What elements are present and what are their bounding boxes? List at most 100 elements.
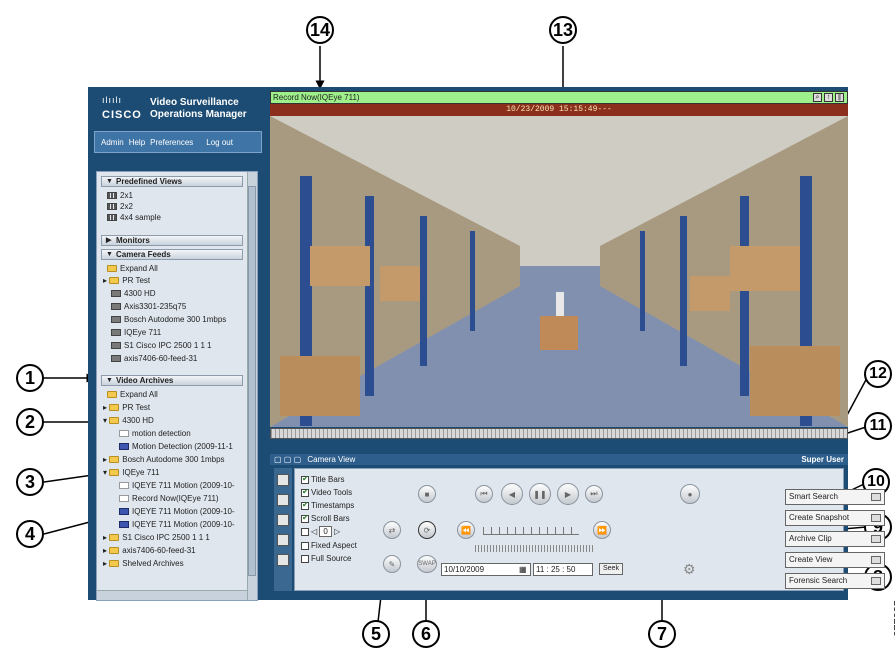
callout-13: 13 [549,16,577,44]
tree-item[interactable]: ▸ PR Test [103,403,150,412]
section-video-archives[interactable]: ▼ Video Archives [101,375,243,386]
seek-button[interactable]: Seek [599,563,623,575]
callout-14: 14 [306,16,334,44]
step-forward-icon[interactable]: ⏩ [593,521,611,539]
tree-item[interactable]: ▸ Shelved Archives [103,559,184,568]
section-monitors[interactable]: ▶ Monitors [101,235,243,246]
section-predefined-views[interactable]: ▼ Predefined Views [101,176,243,187]
skip-back-icon[interactable]: ⏮ [475,485,493,503]
archive-clip-button[interactable]: Archive Clip [785,531,885,547]
tree-item[interactable]: ▸ S1 Cisco IPC 2500 1 1 1 [103,533,210,542]
time-field[interactable]: 11 : 25 : 50 [533,563,593,576]
tree-item[interactable]: Motion Detection (2009-11-1 [119,442,233,451]
video-title-bar: Record Now(IQEye 711) ⌕ ↑ ∥ [270,91,848,104]
pen-icon[interactable]: ✎ [383,555,401,573]
tree-vertical-scrollbar[interactable] [247,172,257,600]
tree-horizontal-scrollbar[interactable] [97,590,247,600]
tree-item[interactable]: Record Now(IQEye 711) [119,494,219,503]
calendar-icon[interactable]: ▦ [519,565,527,574]
tree-item[interactable]: 2x2 [107,202,133,211]
tree-item[interactable]: Axis3301-235q75 [111,302,186,311]
tree-item[interactable]: ▸ Bosch Autodome 300 1mbps [103,455,225,464]
alert-icon[interactable] [277,514,289,526]
speed-slider[interactable] [475,545,593,552]
tree-item[interactable]: ▾ IQEye 711 [103,468,159,477]
callout-2: 2 [16,408,44,436]
checkbox[interactable] [301,487,309,497]
step-back-icon[interactable]: ⏪ [457,521,475,539]
sync-icon[interactable]: ⇄ [383,521,401,539]
skip-forward-icon[interactable]: ⏭ [585,485,603,503]
checkbox[interactable] [301,513,309,523]
smart-search-button[interactable]: Smart Search [785,489,885,505]
tree-item[interactable]: 2x1 [107,191,133,200]
camera-folder-icon [109,417,120,425]
tree-item[interactable]: 4x4 sample [107,213,161,222]
camera-icon [111,290,121,298]
camera-view-panel: Title Bars Video Tools Timestamps Scroll… [294,468,885,591]
checkbox[interactable] [301,554,309,563]
option-fixed-aspect[interactable]: Fixed Aspect [301,541,357,550]
record-icon[interactable]: ● [680,484,700,504]
play-reverse-icon[interactable]: ◀ [501,483,523,505]
counter-value[interactable]: 0 [319,526,332,537]
date-field[interactable]: 10/10/2009 [441,563,531,576]
checkbox[interactable] [301,500,309,510]
settings-gear-icon[interactable]: ⚙ [683,561,696,578]
option-title-bars[interactable]: Title Bars [301,474,345,484]
checkbox[interactable] [301,474,309,484]
refresh-icon[interactable] [277,554,289,566]
swap-button[interactable]: SWAP [417,555,437,573]
create-view-button[interactable]: Create View [785,552,885,568]
cisco-logo-bars: ılıılı [102,95,123,105]
tree-item[interactable]: axis7406-60-feed-31 [111,354,197,363]
tree-item[interactable]: 4300 HD [111,289,156,298]
pause-icon[interactable]: ∥ [835,93,844,102]
create-snapshot-button[interactable]: Create Snapshot [785,510,885,526]
nav-help[interactable]: Help [129,138,145,147]
option-full-source[interactable]: Full Source [301,554,351,563]
zoom-icon[interactable]: ⌕ [813,93,822,102]
tree-item[interactable]: S1 Cisco IPC 2500 1 1 1 [111,341,212,350]
counter-control[interactable]: ◁ 0 ▷ [301,526,340,537]
tree-item[interactable]: Expand All [107,264,158,273]
video-pane[interactable] [270,116,848,427]
camera-folder-icon [109,469,120,477]
up-arrow-icon[interactable]: ↑ [824,93,833,102]
tree-item[interactable]: Expand All [107,390,158,399]
timeline-seek-bar[interactable] [270,428,848,439]
checkbox[interactable] [301,527,309,536]
add-icon[interactable] [277,534,289,546]
tree-item[interactable]: ▾ 4300 HD [103,416,154,425]
nav-admin[interactable]: Admin [101,138,124,147]
option-timestamps[interactable]: Timestamps [301,500,354,510]
archive-icon [119,521,129,529]
film-icon[interactable] [277,474,289,486]
tree-item[interactable]: Bosch Autodome 300 1mbps [111,315,226,324]
callout-11: 11 [864,412,892,440]
stop-icon[interactable]: ■ [418,485,436,503]
pause-icon[interactable]: ❚❚ [529,483,551,505]
tree-item[interactable]: IQEye 711 [111,328,161,337]
layout-icon[interactable]: ▢ ▢ ▢ [274,455,301,464]
section-camera-feeds[interactable]: ▼ Camera Feeds [101,249,243,260]
option-scroll-bars[interactable]: Scroll Bars [301,513,350,523]
checkbox[interactable] [301,541,309,550]
callout-1: 1 [16,364,44,392]
jog-slider[interactable] [483,527,579,535]
scroll-thumb[interactable] [248,186,256,576]
option-video-tools[interactable]: Video Tools [301,487,352,497]
loop-icon[interactable]: ⟳ [418,521,436,539]
tree-item[interactable]: IQEYE 711 Motion (2009-10- [119,481,235,490]
tree-item[interactable]: IQEYE 711 Motion (2009-10- [119,520,235,529]
tree-item[interactable]: motion detection [119,429,191,438]
nav-logout[interactable]: Log out [206,138,233,147]
play-icon[interactable]: ▶ [557,483,579,505]
nav-preferences[interactable]: Preferences [150,138,193,147]
tree-item[interactable]: ▸ axis7406-60-feed-31 [103,546,196,555]
tree-item[interactable]: IQEYE 711 Motion (2009-10- [119,507,235,516]
forensic-search-button[interactable]: Forensic Search [785,573,885,589]
tree-item[interactable]: ▸ PR Test [103,276,150,285]
ptz-icon[interactable] [277,494,289,506]
folder-icon [107,265,117,273]
